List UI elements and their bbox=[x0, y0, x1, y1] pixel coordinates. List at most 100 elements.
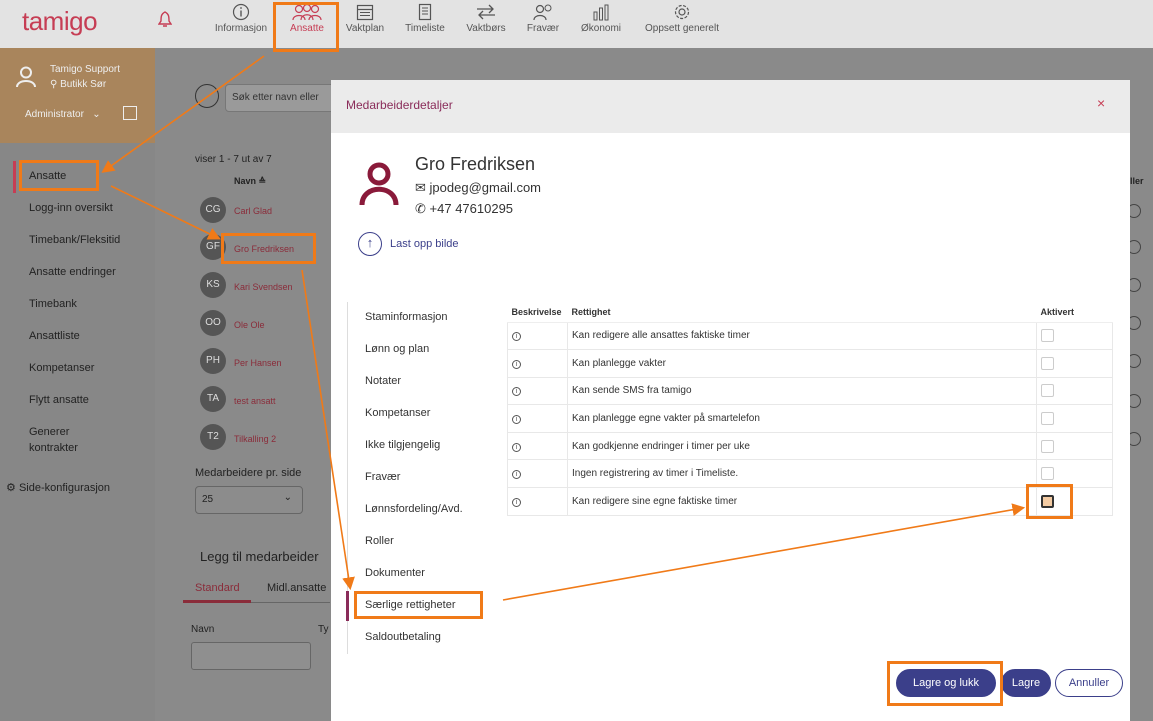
activate-checkbox[interactable] bbox=[1041, 384, 1054, 398]
sidebar-item-timebank[interactable]: Timebank bbox=[29, 298, 77, 310]
employee-link[interactable]: test ansatt bbox=[234, 396, 276, 406]
nav-oppsett-generelt[interactable]: Oppsett generelt bbox=[640, 3, 724, 43]
right-column-header: ller bbox=[1130, 176, 1144, 186]
side-config-link[interactable]: ⚙ Side-konfigurasjon bbox=[6, 481, 110, 494]
logout-icon[interactable] bbox=[123, 106, 137, 120]
activate-checkbox[interactable] bbox=[1041, 356, 1054, 370]
info-icon[interactable]: i bbox=[512, 442, 521, 452]
close-icon[interactable]: × bbox=[1097, 96, 1109, 110]
user-name: Tamigo Support bbox=[50, 64, 121, 75]
nav-ansatte[interactable]: Ansatte bbox=[282, 3, 332, 43]
info-icon[interactable]: i bbox=[512, 415, 521, 425]
nav-timeliste[interactable]: Timeliste bbox=[402, 3, 448, 43]
menu-dokumenter[interactable]: Dokumenter bbox=[365, 567, 425, 579]
save-and-close-button[interactable]: Lagre og lukk bbox=[896, 669, 996, 697]
sidebar-item-kontrakter[interactable]: kontrakter bbox=[29, 442, 78, 454]
table-row: i Kan redigere alle ansattes faktiske ti… bbox=[507, 321, 1113, 351]
employee-link[interactable]: Gro Fredriksen bbox=[234, 244, 294, 254]
per-page-select[interactable]: 25 ⌄ bbox=[195, 486, 303, 514]
nav-informasjon[interactable]: Informasjon bbox=[212, 3, 270, 43]
info-icon[interactable]: i bbox=[512, 332, 521, 342]
menu-kompetanser[interactable]: Kompetanser bbox=[365, 407, 430, 419]
avatar: OO bbox=[200, 310, 226, 336]
name-column-header[interactable]: Navn ≙ bbox=[234, 176, 266, 187]
bell-icon[interactable] bbox=[158, 11, 172, 29]
employee-link[interactable]: Ole Ole bbox=[234, 320, 265, 330]
tamigo-logo[interactable]: tamigo bbox=[22, 6, 98, 37]
employee-phone: ✆ +47 47610295 bbox=[415, 201, 513, 217]
sidebar-item-ansattliste[interactable]: Ansattliste bbox=[29, 330, 80, 342]
sidebar-item-generer[interactable]: Generer bbox=[29, 426, 69, 438]
role-selector[interactable]: Administrator ⌄ bbox=[25, 109, 101, 120]
sidebar-item-timebank-fleksitid[interactable]: Timebank/Fleksitid bbox=[29, 234, 120, 246]
tab-standard[interactable]: Standard bbox=[195, 582, 240, 594]
type-field-label: Ty bbox=[318, 624, 329, 635]
sidebar-item-ansatte-endringer[interactable]: Ansatte endringer bbox=[29, 266, 116, 278]
sidebar-item-flytt-ansatte[interactable]: Flytt ansatte bbox=[29, 394, 89, 406]
nav-label: Oppsett generelt bbox=[645, 23, 719, 34]
employee-link[interactable]: Kari Svendsen bbox=[234, 282, 293, 292]
chart-icon bbox=[593, 4, 609, 21]
per-page-value: 25 bbox=[202, 494, 214, 505]
right-label: Kan planlegge egne vakter på smartelefon bbox=[567, 404, 1037, 433]
per-page-label: Medarbeidere pr. side bbox=[195, 467, 302, 479]
right-label: Kan redigere alle ansattes faktiske time… bbox=[567, 321, 1037, 351]
activate-checkbox[interactable] bbox=[1041, 412, 1054, 426]
tab-midl-ansatte[interactable]: Midl.ansatte bbox=[267, 582, 326, 594]
menu-roller[interactable]: Roller bbox=[365, 535, 394, 547]
menu-ikke-tilgjengelig[interactable]: Ikke tilgjengelig bbox=[365, 439, 440, 451]
employee-link[interactable]: Carl Glad bbox=[234, 206, 272, 216]
info-icon[interactable]: i bbox=[512, 387, 521, 397]
activate-checkbox[interactable] bbox=[1041, 494, 1054, 508]
menu-lonn-og-plan[interactable]: Lønn og plan bbox=[365, 343, 429, 355]
search-input[interactable]: Søk etter navn eller bbox=[225, 84, 335, 112]
chevron-down-icon: ⌄ bbox=[86, 109, 101, 120]
nav-fravaer[interactable]: Fravær bbox=[522, 3, 564, 43]
nav-vaktbors[interactable]: Vaktbørs bbox=[462, 3, 510, 43]
nav-okonomi[interactable]: Økonomi bbox=[578, 3, 624, 43]
menu-saerlige-rettigheter[interactable]: Særlige rettigheter bbox=[365, 599, 456, 611]
employee-link[interactable]: Tilkalling 2 bbox=[234, 434, 276, 444]
add-employee-heading: Legg til medarbeider bbox=[200, 549, 319, 564]
user-profile: Tamigo Support ⚲ Butikk Sør Administrato… bbox=[0, 48, 155, 143]
activate-checkbox[interactable] bbox=[1041, 467, 1054, 481]
nav-vaktplan[interactable]: Vaktplan bbox=[342, 3, 388, 43]
right-label: Ingen registrering av timer i Timeliste. bbox=[567, 459, 1037, 489]
people-icon bbox=[292, 3, 322, 21]
filter-icon[interactable] bbox=[195, 84, 219, 108]
swap-icon bbox=[477, 4, 495, 20]
cancel-button[interactable]: Annuller bbox=[1055, 669, 1123, 697]
nav-label: Økonomi bbox=[580, 23, 621, 34]
menu-lonnsfordeling[interactable]: Lønnsfordeling/Avd. bbox=[365, 503, 463, 515]
menu-fravaer[interactable]: Fravær bbox=[365, 471, 400, 483]
activate-checkbox[interactable] bbox=[1041, 329, 1054, 343]
avatar: PH bbox=[200, 348, 226, 374]
side-config-label: Side-konfigurasjon bbox=[18, 482, 111, 494]
table-row: i Ingen registrering av timer i Timelist… bbox=[507, 459, 1113, 489]
save-button[interactable]: Lagre bbox=[1001, 669, 1051, 697]
info-icon bbox=[232, 3, 250, 21]
info-icon[interactable]: i bbox=[512, 359, 521, 369]
sidebar-item-logg-inn[interactable]: Logg-inn oversikt bbox=[29, 202, 113, 214]
name-field[interactable] bbox=[191, 642, 311, 670]
employee-email: ✉ jpodeg@gmail.com bbox=[415, 180, 541, 196]
upload-photo-button[interactable]: ↑ Last opp bilde bbox=[358, 232, 459, 256]
right-label: Kan sende SMS fra tamigo bbox=[567, 376, 1037, 406]
avatar: TA bbox=[200, 386, 226, 412]
activate-checkbox[interactable] bbox=[1041, 439, 1054, 453]
menu-notater[interactable]: Notater bbox=[365, 375, 401, 387]
info-icon[interactable]: i bbox=[512, 470, 521, 480]
employee-link[interactable]: Per Hansen bbox=[234, 358, 282, 368]
active-indicator bbox=[13, 161, 16, 193]
sidebar-item-kompetanser[interactable]: Kompetanser bbox=[29, 362, 94, 374]
upload-label: Last opp bilde bbox=[390, 237, 459, 250]
info-icon[interactable]: i bbox=[512, 497, 521, 507]
menu-staminformasjon[interactable]: Staminformasjon bbox=[365, 311, 448, 323]
top-navigation: tamigo Informasjon Ansatte Vaktplan Time… bbox=[0, 0, 1153, 48]
sidebar-item-ansatte[interactable]: Ansatte bbox=[29, 170, 66, 182]
gear-icon: ⚙ bbox=[6, 482, 16, 494]
col-rettighet: Rettighet bbox=[567, 303, 1037, 323]
menu-saldoutbetaling[interactable]: Saldoutbetaling bbox=[365, 631, 441, 643]
table-row: i Kan planlegge vakter bbox=[507, 349, 1113, 378]
sidebar: Tamigo Support ⚲ Butikk Sør Administrato… bbox=[0, 48, 155, 721]
